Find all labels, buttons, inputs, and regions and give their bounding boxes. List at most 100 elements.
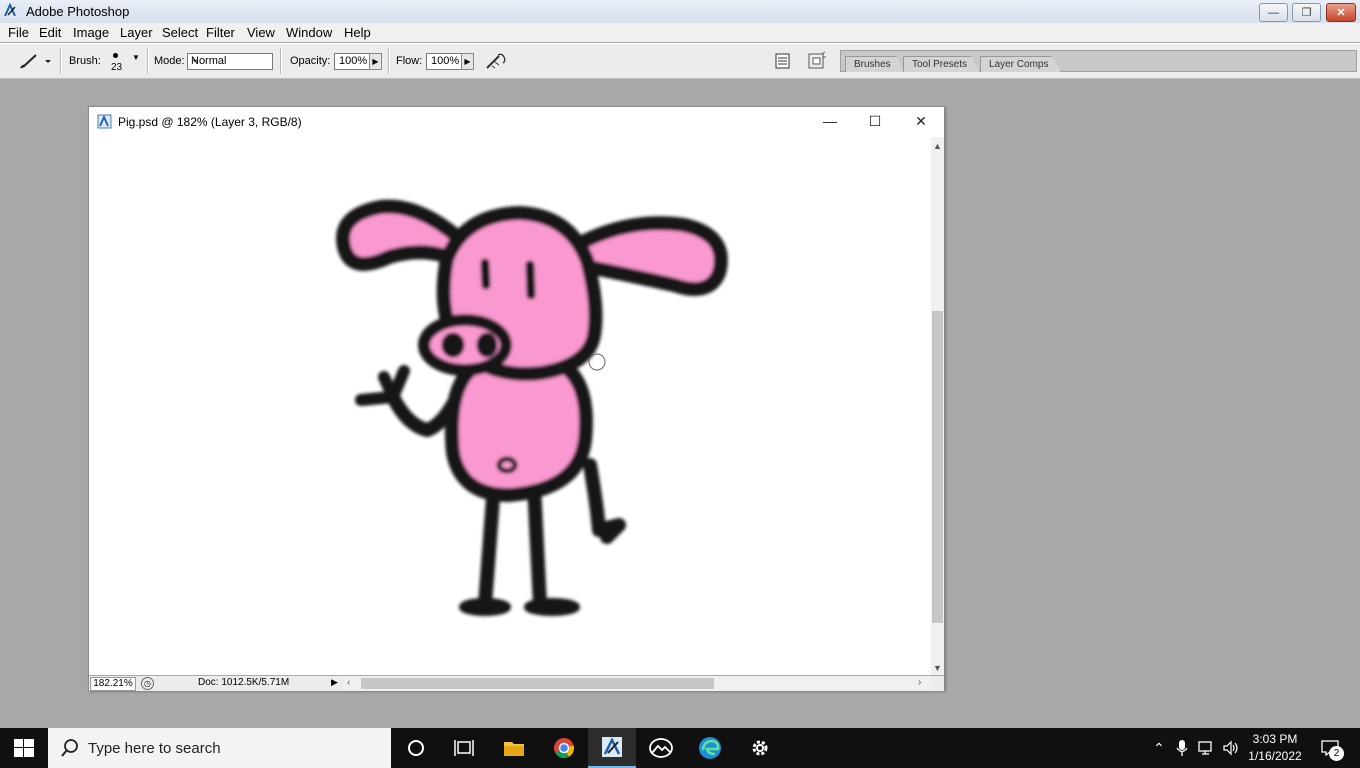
flow-value: 100%	[431, 55, 460, 67]
start-button[interactable]	[0, 728, 48, 768]
zoom-level-field[interactable]: 182.21%	[90, 677, 136, 691]
edge-button[interactable]	[686, 728, 734, 768]
chevron-down-icon: ▼	[132, 53, 140, 62]
mode-select[interactable]: Normal ⌄	[187, 53, 273, 70]
menu-window[interactable]: Window	[286, 25, 332, 40]
palette-toggle-button[interactable]	[806, 50, 828, 72]
brush-tool-icon	[20, 54, 51, 69]
palette-well: Brushes Tool Presets Layer Comps	[840, 50, 1357, 72]
menu-select[interactable]: Select	[162, 25, 198, 40]
flow-slider-button[interactable]: ▶	[461, 53, 474, 70]
gear-icon	[752, 740, 768, 756]
document-size-info: Doc: 1012.5K/5.71M	[198, 677, 290, 688]
scroll-right-arrow-icon[interactable]: ›	[918, 677, 921, 688]
scroll-left-arrow-icon[interactable]: ‹	[347, 677, 350, 688]
taskbar: Type here to search ⌃ 3:03 PM 1/16/2022 …	[0, 728, 1360, 768]
photoshop-logo-icon	[3, 3, 18, 18]
flow-input[interactable]: 100%	[426, 53, 462, 70]
chevron-down-icon: ⌄	[191, 54, 200, 65]
brush-picker[interactable]: 23 ▼	[106, 49, 142, 75]
chevron-up-icon: ⌃	[1153, 739, 1165, 756]
menu-bar: File Edit Image Layer Select Filter View…	[0, 23, 1360, 42]
status-info-icon: ◷	[141, 677, 154, 690]
tab-layer-comps[interactable]: Layer Comps	[980, 56, 1062, 72]
app-titlebar: Adobe Photoshop — ❐ ✕	[0, 0, 1360, 24]
taskbar-search-box[interactable]: Type here to search	[48, 728, 391, 768]
horizontal-scroll-thumb[interactable]	[361, 678, 714, 689]
brush-cursor	[588, 353, 606, 371]
opacity-slider-button[interactable]: ▶	[369, 53, 382, 70]
brush-size: 23	[111, 62, 123, 73]
restore-icon: ❐	[1301, 7, 1312, 19]
vertical-scrollbar[interactable]: ▲ ▼	[931, 137, 944, 675]
photoshop-taskbar-button[interactable]	[588, 728, 636, 768]
brush-dot-icon	[113, 53, 118, 58]
vertical-scroll-thumb[interactable]	[932, 311, 943, 623]
document-titlebar: Pig.psd @ 182% (Layer 3, RGB/8) — ☐ ✕	[89, 107, 944, 135]
tab-brushes[interactable]: Brushes	[845, 56, 904, 72]
microphone-icon	[1176, 740, 1188, 756]
app-title: Adobe Photoshop	[26, 4, 130, 19]
volume-button[interactable]	[1220, 728, 1242, 768]
tool-preset-picker[interactable]	[18, 51, 54, 71]
file-browser-button[interactable]	[774, 52, 792, 70]
minimize-button[interactable]: —	[1259, 3, 1288, 22]
taskbar-clock[interactable]: 3:03 PM 1/16/2022	[1244, 731, 1306, 765]
clock-time: 3:03 PM	[1252, 732, 1298, 746]
play-arrow-icon: ▶	[464, 57, 471, 66]
psd-file-icon	[97, 114, 112, 129]
restore-button[interactable]: ❐	[1292, 3, 1321, 22]
tab-tool-presets[interactable]: Tool Presets	[903, 56, 981, 72]
document-close-button[interactable]: ✕	[911, 111, 931, 131]
document-title: Pig.psd @ 182% (Layer 3, RGB/8)	[118, 115, 302, 129]
file-browser-icon	[775, 53, 790, 69]
network-icon	[1198, 741, 1212, 755]
menu-edit[interactable]: Edit	[39, 25, 61, 40]
image-canvas[interactable]	[89, 135, 931, 672]
scroll-down-arrow-icon[interactable]: ▼	[931, 661, 944, 674]
photos-button[interactable]	[637, 728, 685, 768]
document-maximize-button[interactable]: ☐	[865, 111, 885, 131]
separator	[147, 48, 149, 74]
clock-date: 1/16/2022	[1248, 749, 1302, 763]
palette-icon	[808, 51, 826, 69]
microphone-button[interactable]	[1173, 728, 1191, 768]
separator	[280, 48, 282, 74]
minimize-icon: —	[823, 113, 837, 129]
photoshop-icon	[602, 737, 622, 757]
edge-icon	[699, 737, 721, 759]
pig-drawing	[336, 199, 728, 616]
menu-help[interactable]: Help	[344, 25, 371, 40]
chrome-button[interactable]	[540, 728, 588, 768]
brush-label: Brush:	[69, 55, 101, 67]
document-minimize-button[interactable]: —	[820, 111, 840, 131]
cortana-button[interactable]	[392, 728, 440, 768]
menu-view[interactable]: View	[247, 25, 275, 40]
close-button[interactable]: ✕	[1326, 3, 1356, 22]
action-center-button[interactable]: 2	[1316, 728, 1346, 768]
close-icon: ✕	[1336, 7, 1346, 19]
menu-filter[interactable]: Filter	[206, 25, 235, 40]
mode-label: Mode:	[154, 55, 185, 67]
opacity-input[interactable]: 100%	[334, 53, 370, 70]
menu-image[interactable]: Image	[73, 25, 109, 40]
search-placeholder: Type here to search	[88, 740, 221, 757]
chrome-icon	[554, 738, 574, 759]
settings-button[interactable]	[736, 728, 784, 768]
task-view-button[interactable]	[440, 728, 488, 768]
airbrush-button[interactable]	[484, 51, 508, 71]
file-explorer-button[interactable]	[490, 728, 538, 768]
flow-label: Flow:	[396, 55, 423, 67]
status-menu-button[interactable]: ▶	[331, 677, 342, 689]
photos-icon	[649, 738, 673, 758]
network-button[interactable]	[1196, 728, 1218, 768]
notification-badge: 2	[1329, 746, 1344, 761]
speaker-icon	[1223, 740, 1238, 756]
scroll-up-arrow-icon[interactable]: ▲	[931, 139, 944, 152]
horizontal-scrollbar[interactable]: ‹ ›	[344, 676, 931, 691]
separator	[388, 48, 390, 74]
show-hidden-icons-button[interactable]: ⌃	[1150, 728, 1168, 768]
menu-layer[interactable]: Layer	[120, 25, 153, 40]
menu-file[interactable]: File	[8, 25, 29, 40]
windows-logo-icon	[14, 739, 34, 757]
